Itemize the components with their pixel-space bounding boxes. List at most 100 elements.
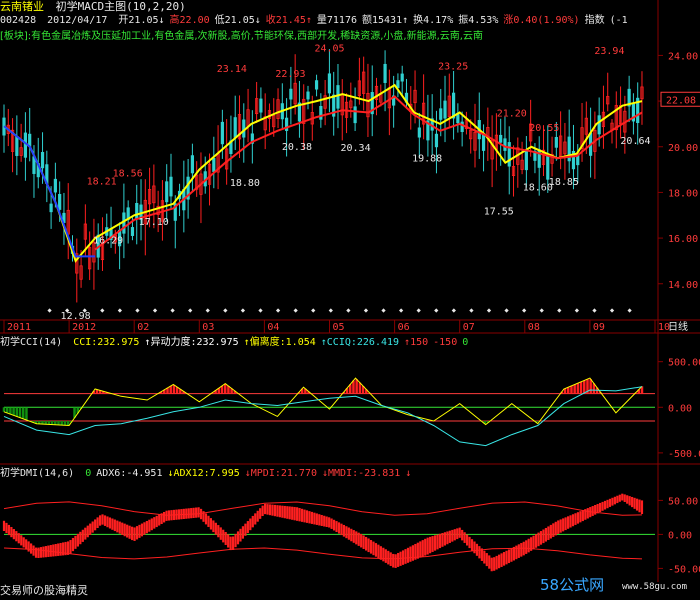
date-label-8: 08 bbox=[528, 322, 540, 333]
signal-marker bbox=[170, 308, 175, 313]
quote-item-5: 额15431↑ bbox=[362, 15, 409, 26]
candle-body bbox=[306, 91, 310, 100]
chart-canvas: 14.0016.0018.0020.0022.0024.002011201202… bbox=[0, 0, 700, 582]
candle-body bbox=[165, 181, 169, 203]
quote-item-6: 换4.17% bbox=[413, 15, 454, 26]
candle-body bbox=[190, 155, 194, 174]
date-label-3: 03 bbox=[202, 322, 214, 333]
price-tick-label-1: 16.00 bbox=[668, 234, 698, 245]
price-annotation-17: 18.85 bbox=[549, 177, 579, 188]
dmi-value-1: ADX6:-4.951 bbox=[96, 468, 163, 479]
dmi-header: 初学DMI(14,6) 0 ADX6:-4.951 ↓ADX12:7.995 ↓MPD… bbox=[0, 467, 416, 481]
signal-marker bbox=[223, 308, 228, 313]
quote-items: 开21.05↓ 高22.00 低21.05↓ 收21.45↑ 量71176 额15431↑… bbox=[118, 15, 632, 26]
price-annotation-0: 12.98 bbox=[61, 311, 91, 322]
stock-header: 云南锗业 初学MACD主图(10,2,20) bbox=[0, 0, 191, 14]
candle-body bbox=[524, 151, 528, 171]
dmi-value-3: ↓MPDI:21.770 bbox=[244, 468, 317, 479]
signal-marker bbox=[451, 308, 456, 313]
signal-marker bbox=[100, 308, 105, 313]
cci-value-5: -150 bbox=[433, 337, 458, 348]
price-annotation-9: 24.05 bbox=[314, 43, 344, 54]
dmi-lower-band bbox=[3, 547, 643, 560]
dmi-value-0: 0 bbox=[85, 468, 92, 479]
stock-name: 云南锗业 bbox=[0, 0, 44, 13]
quote-item-4: 量71176 bbox=[316, 15, 357, 26]
date-label-5: 05 bbox=[333, 322, 345, 333]
quote-item-7: 振4.53% bbox=[458, 15, 499, 26]
candle-body bbox=[135, 203, 139, 219]
candle-body bbox=[383, 63, 387, 83]
candle-body bbox=[23, 132, 28, 158]
price-annotation-8: 20.38 bbox=[282, 142, 312, 153]
candle-body bbox=[336, 85, 340, 109]
signal-marker bbox=[346, 308, 351, 313]
price-annotation-6: 18.80 bbox=[230, 178, 260, 189]
price-annotation-15: 20.55 bbox=[529, 123, 559, 134]
signal-marker bbox=[328, 308, 333, 313]
candle-body bbox=[122, 212, 126, 234]
signal-marker bbox=[188, 308, 193, 313]
candle-body bbox=[58, 193, 62, 210]
signal-marker bbox=[275, 308, 281, 313]
signal-marker bbox=[381, 308, 386, 313]
candle-body bbox=[481, 134, 486, 151]
price-annotation-5: 23.14 bbox=[217, 64, 247, 75]
date-label-0: 2011 bbox=[7, 322, 31, 333]
dmi-tick-label-2: -50.00 bbox=[668, 564, 700, 575]
candle-body bbox=[554, 137, 558, 148]
main-indicator-title: 初学MACD主图(10,2,20) bbox=[55, 0, 186, 13]
date-label-2: 02 bbox=[137, 322, 149, 333]
price-annotation-7: 22.93 bbox=[275, 69, 305, 80]
stock-code: 002428 bbox=[0, 15, 37, 26]
signal-marker bbox=[434, 308, 439, 313]
candle-body bbox=[259, 98, 263, 113]
cci-values: CCI:232.975 ↑异动力度:232.975 ↑偏离度:1.054 ↑CCIQ:… bbox=[73, 337, 473, 348]
date-label-9: 09 bbox=[593, 322, 605, 333]
signal-marker bbox=[135, 308, 140, 313]
dmi-value-4: ↓MMDI:-23.831 bbox=[321, 468, 401, 479]
quote-item-3: 收21.45↑ bbox=[265, 15, 312, 26]
candle-body bbox=[327, 73, 332, 94]
quote-item-1: 高22.00 bbox=[169, 15, 210, 26]
signal-marker bbox=[627, 308, 632, 313]
candle-body bbox=[212, 157, 216, 172]
watermark-url: www.58gu.com bbox=[622, 582, 688, 592]
signal-marker bbox=[504, 308, 509, 313]
candle-body bbox=[546, 154, 550, 180]
dmi-title: 初学DMI(14,6) bbox=[0, 468, 75, 479]
candle-body bbox=[49, 203, 53, 213]
signal-marker bbox=[609, 308, 615, 313]
price-annotation-1: 16.29 bbox=[93, 235, 123, 246]
candle-body bbox=[314, 80, 319, 90]
stock-date: 2012/04/17 bbox=[47, 15, 108, 26]
candle-body bbox=[233, 117, 237, 138]
dmi-tick-label-0: 50.00 bbox=[668, 496, 698, 507]
signal-marker bbox=[240, 308, 246, 313]
candle-body bbox=[396, 80, 400, 89]
cci-value-4: ↑150 bbox=[404, 337, 429, 348]
candle-body bbox=[28, 133, 32, 147]
quote-item-10: (-1 bbox=[609, 15, 628, 26]
signal-marker bbox=[293, 308, 298, 313]
cci-value-6: 0 bbox=[462, 337, 469, 348]
signal-marker bbox=[398, 308, 404, 313]
candle-body bbox=[443, 100, 447, 119]
candle-body bbox=[439, 108, 443, 120]
price-tick-label-0: 14.00 bbox=[668, 280, 698, 291]
footer-credit: 交易师の股海精灵 bbox=[0, 584, 88, 597]
signal-marker bbox=[592, 308, 597, 313]
cci-value-1: ↑异动力度:232.975 bbox=[144, 337, 239, 348]
quote-bar: 002428 2012/04/17 开21.05↓ 高22.00 低21.05↓ 收2… bbox=[0, 14, 633, 28]
signal-marker bbox=[574, 308, 580, 313]
dmi-tick-label-1: 0.00 bbox=[668, 530, 692, 541]
candle-body bbox=[434, 133, 439, 148]
date-label-1: 2012 bbox=[72, 322, 96, 333]
signal-marker bbox=[363, 308, 369, 313]
signal-marker bbox=[486, 308, 492, 313]
dmi-values: 0 ADX6:-4.951 ↓ADX12:7.995 ↓MPDI:21.770 ↓MMD… bbox=[85, 468, 416, 479]
signal-marker bbox=[469, 308, 474, 313]
candle-body bbox=[220, 121, 224, 145]
candle-body bbox=[451, 92, 456, 119]
candle-body bbox=[417, 127, 421, 138]
